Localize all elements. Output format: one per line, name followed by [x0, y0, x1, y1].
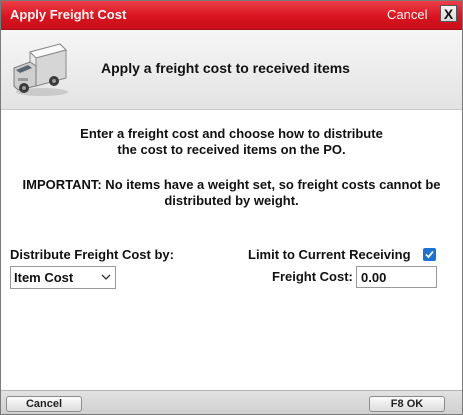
freight-cost-value: 0.00	[361, 270, 387, 285]
titlebar-cancel-link[interactable]: Cancel	[387, 7, 427, 22]
apply-freight-cost-dialog: Apply Freight Cost Cancel X Apply a frei…	[0, 0, 463, 415]
distribute-select[interactable]: Item Cost	[10, 266, 116, 289]
limit-receiving-checkbox[interactable]	[423, 248, 436, 261]
dialog-footer: Cancel F8 OK	[1, 390, 462, 414]
header-title: Apply a freight cost to received items	[101, 60, 350, 76]
freight-cost-label: Freight Cost:	[272, 269, 353, 284]
instruction-line-1: Enter a freight cost and choose how to d…	[80, 126, 383, 141]
close-icon: X	[443, 5, 454, 22]
ok-button[interactable]: F8 OK	[369, 396, 445, 412]
distribute-selected-value: Item Cost	[14, 270, 74, 285]
important-note-line-2: distributed by weight.	[164, 193, 299, 208]
title-bar: Apply Freight Cost Cancel X	[1, 1, 462, 30]
chevron-down-icon	[101, 274, 111, 280]
close-button[interactable]: X	[440, 5, 457, 22]
checkmark-icon	[425, 250, 434, 259]
dialog-header: Apply a freight cost to received items	[1, 30, 462, 110]
limit-receiving-label: Limit to Current Receiving	[248, 247, 411, 262]
cancel-button[interactable]: Cancel	[6, 396, 82, 412]
important-note-line-1: IMPORTANT: No items have a weight set, s…	[22, 177, 441, 192]
window-title: Apply Freight Cost	[10, 7, 127, 22]
instruction-line-2: the cost to received items on the PO.	[117, 142, 346, 157]
freight-cost-input[interactable]: 0.00	[356, 266, 437, 288]
distribute-label: Distribute Freight Cost by:	[10, 247, 174, 262]
truck-icon	[13, 43, 68, 96]
